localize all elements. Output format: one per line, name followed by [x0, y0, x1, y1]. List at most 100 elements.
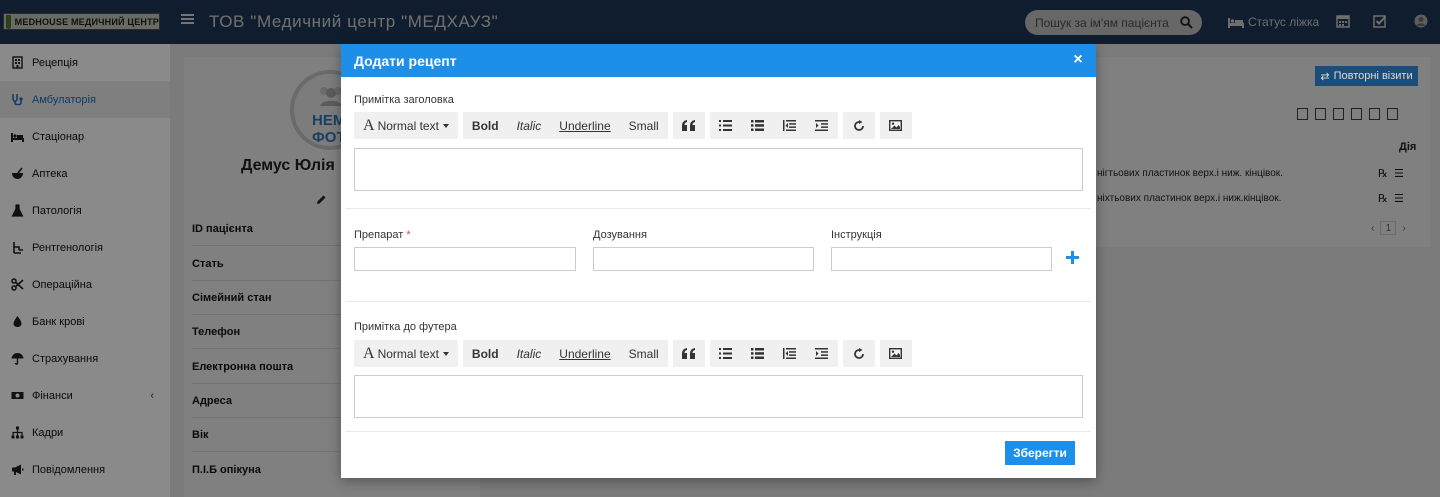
field-divider [192, 383, 342, 384]
image-icon[interactable] [880, 340, 912, 367]
blood-drop-icon [13, 316, 22, 327]
top-bar: MEDHOUSE МЕДИЧНИЙ ЦЕНТР ТОВ "Медичний це… [0, 0, 1440, 44]
image-icon[interactable] [880, 112, 912, 139]
sidebar-item-label: Амбулаторія [32, 93, 96, 106]
dosage-input[interactable] [593, 247, 814, 271]
footer-note-toolbar: A Normal text Bold Italic Underline Small [354, 340, 912, 367]
table-row: ніхтьових пластинок верх.і ниж.кінцівок. [1097, 193, 1282, 204]
next-page-icon[interactable]: › [1402, 223, 1405, 234]
link-icon[interactable] [843, 340, 875, 367]
field-phone: Телефон [192, 326, 241, 338]
page-number[interactable]: 1 [1380, 221, 1397, 235]
instruction-label: Інструкція [831, 229, 882, 241]
bullet-list-icon[interactable] [710, 340, 742, 367]
csv-icon[interactable] [1333, 108, 1344, 120]
row-actions: ℞ ☰ [1378, 192, 1404, 205]
section-divider [346, 301, 1091, 302]
edit-icon[interactable] [316, 194, 327, 205]
money-icon [11, 392, 24, 399]
field-guardian-name: П.І.Б опікуна [192, 464, 261, 476]
indent-icon[interactable] [806, 340, 838, 367]
format-group: Bold Italic Underline Small [462, 340, 668, 367]
link-icon[interactable] [843, 112, 875, 139]
italic-button[interactable]: Italic [508, 112, 551, 139]
small-button[interactable]: Small [620, 112, 668, 139]
excel-icon[interactable] [1315, 108, 1326, 120]
numbered-list-icon[interactable] [742, 340, 774, 367]
bold-button[interactable]: Bold [463, 112, 508, 139]
indent-icon[interactable] [806, 112, 838, 139]
image-group [879, 112, 912, 139]
numbered-list-icon[interactable] [742, 112, 774, 139]
copy-icon[interactable] [1297, 108, 1308, 120]
bold-button[interactable]: Bold [463, 340, 508, 367]
columns-icon[interactable] [1387, 108, 1398, 120]
prescription-icon[interactable]: ℞ [1378, 168, 1388, 180]
caret-down-icon [442, 123, 449, 128]
list-menu-icon[interactable]: ☰ [1394, 168, 1404, 180]
sidebar-item-operating[interactable]: Операційна [0, 266, 170, 303]
drug-input[interactable] [354, 247, 576, 271]
section-divider [346, 208, 1091, 209]
row-actions: ℞ ☰ [1378, 167, 1404, 180]
save-button[interactable]: Зберегти [1005, 441, 1075, 465]
building-icon [12, 56, 23, 69]
drug-label: Препарат * [354, 229, 411, 241]
text-style-group: A Normal text [354, 112, 458, 139]
underline-button[interactable]: Underline [550, 112, 619, 139]
prev-page-icon[interactable]: ‹ [1371, 223, 1374, 234]
footer-note-label: Примітка до футера [354, 321, 457, 333]
sidebar-item-insurance[interactable]: Страхування [0, 340, 170, 377]
field-email: Електронна пошта [192, 361, 294, 373]
patient-name: Демус Юлія [241, 157, 335, 174]
print-icon[interactable] [1369, 108, 1380, 120]
field-address: Адреса [192, 395, 232, 407]
flask-icon [11, 204, 24, 217]
sidebar-item-inpatient[interactable]: Стаціонар [0, 118, 170, 155]
text-style-dropdown[interactable]: A Normal text [354, 112, 458, 139]
quote-group [672, 340, 705, 367]
bullet-list-icon[interactable] [710, 112, 742, 139]
field-divider [192, 245, 342, 246]
small-button[interactable]: Small [620, 340, 668, 367]
sidebar-item-reception[interactable]: Рецепція [0, 44, 170, 81]
field-patient-id: ID пацієнта [192, 223, 253, 235]
list-menu-icon[interactable]: ☰ [1394, 193, 1404, 205]
text-style-group: A Normal text [354, 340, 458, 367]
footer-note-editor[interactable] [354, 375, 1083, 418]
repeat-visits-label: Повторні візити [1333, 70, 1413, 82]
sidebar-item-pharmacy[interactable]: Аптека [0, 155, 170, 192]
modal-title: Додати рецепт [354, 53, 457, 69]
sidebar-item-pathology[interactable]: Патологія [0, 192, 170, 229]
sidebar-item-finance[interactable]: Фінанси ‹ [0, 377, 170, 414]
blockquote-icon[interactable] [673, 112, 705, 139]
sidebar-item-outpatient[interactable]: Амбулаторія [0, 81, 170, 118]
sidebar-item-label: Повідомлення [32, 463, 106, 476]
bed-icon [11, 133, 24, 142]
text-style-label: Normal text [377, 346, 439, 361]
drug-label-text: Препарат [354, 229, 404, 241]
sidebar-item-blood-bank[interactable]: Банк крові [0, 303, 170, 340]
sidebar-item-label: Операційна [32, 278, 92, 291]
instruction-textarea[interactable] [831, 247, 1052, 271]
sidebar-item-label: Кадри [32, 426, 64, 439]
text-style-dropdown[interactable]: A Normal text [354, 340, 458, 367]
repeat-visits-button[interactable]: ⇄ Повторні візити [1315, 66, 1418, 86]
outdent-icon[interactable] [774, 112, 806, 139]
font-icon: A [363, 116, 375, 134]
underline-button[interactable]: Underline [550, 340, 619, 367]
text-style-label: Normal text [377, 118, 439, 133]
outdent-icon[interactable] [774, 340, 806, 367]
italic-button[interactable]: Italic [508, 340, 551, 367]
field-divider [192, 348, 342, 349]
sidebar-item-label: Рецепція [32, 56, 78, 69]
pdf-icon[interactable] [1351, 108, 1362, 120]
add-row-icon[interactable] [1066, 251, 1079, 264]
blockquote-icon[interactable] [673, 340, 705, 367]
sidebar-item-hr[interactable]: Кадри [0, 414, 170, 451]
sidebar-item-radiology[interactable]: Рентгенологія [0, 229, 170, 266]
close-icon[interactable]: × [1071, 52, 1085, 68]
header-note-editor[interactable] [354, 148, 1083, 191]
sidebar-item-notifications[interactable]: Повідомлення [0, 451, 170, 488]
prescription-icon[interactable]: ℞ [1378, 193, 1388, 205]
